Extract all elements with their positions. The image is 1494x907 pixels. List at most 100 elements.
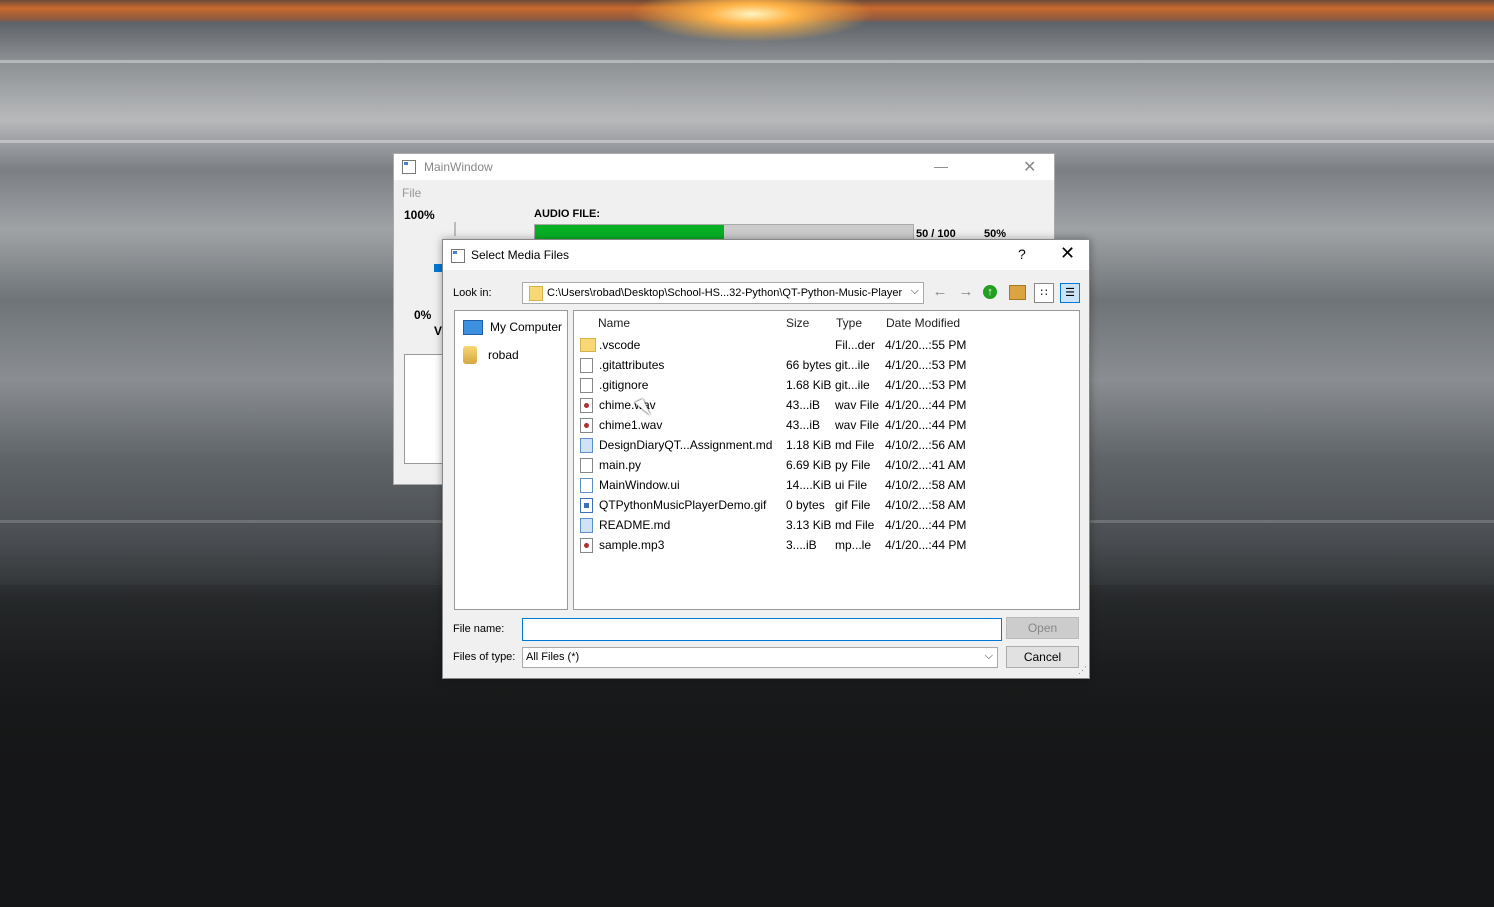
look-in-combobox[interactable]: C:\Users\robad\Desktop\School-HS...32-Py… bbox=[522, 282, 924, 304]
files-of-type-label: Files of type: bbox=[453, 651, 516, 663]
help-button[interactable]: ? bbox=[1018, 246, 1026, 262]
md-file-icon bbox=[580, 438, 593, 453]
sidebar-item-label: My Computer bbox=[490, 320, 563, 334]
file-size-cell: 14....KiB bbox=[786, 478, 832, 492]
column-header-name[interactable]: Name bbox=[598, 316, 630, 330]
resize-grip-icon[interactable]: ⋰ bbox=[1078, 665, 1087, 676]
look-in-label: Look in: bbox=[453, 287, 492, 299]
places-sidebar: My Computer robad bbox=[454, 310, 568, 610]
audio-file-label: AUDIO FILE: bbox=[534, 208, 600, 220]
file-name-cell: README.md bbox=[599, 518, 671, 532]
file-name-cell: .gitattributes bbox=[599, 358, 665, 372]
back-arrow-icon[interactable]: ← bbox=[931, 283, 949, 301]
list-view-icon[interactable]: ∷ bbox=[1034, 283, 1054, 303]
folder-file-icon bbox=[580, 338, 596, 352]
file-row[interactable]: .vscode Fil...der 4/1/20...:55 PM bbox=[574, 335, 1079, 355]
sidebar-item-my-computer[interactable]: My Computer bbox=[463, 316, 562, 338]
parent-directory-icon[interactable]: ↑ bbox=[983, 285, 997, 299]
wallpaper-wave bbox=[0, 140, 1494, 143]
file-name-cell: QTPythonMusicPlayerDemo.gif bbox=[599, 498, 767, 512]
audio-file-icon bbox=[580, 418, 593, 433]
file-modified-cell: 4/1/20...:44 PM bbox=[885, 518, 967, 532]
menu-file[interactable]: File bbox=[402, 186, 421, 200]
file-row[interactable]: chime1.wav 43...iB wav File 4/1/20...:44 PM bbox=[574, 415, 1079, 435]
file-list: Name ⌃ Size Type Date Modified .vscode Fi… bbox=[573, 310, 1080, 610]
forward-arrow-icon[interactable]: → bbox=[957, 283, 975, 301]
main-window-title: MainWindow bbox=[424, 160, 493, 174]
file-type-cell: md File bbox=[835, 438, 875, 452]
file-modified-cell: 4/1/20...:55 PM bbox=[885, 338, 967, 352]
dialog-titlebar[interactable]: Select Media Files ? ✕ bbox=[443, 240, 1089, 270]
dialog-close-button[interactable]: ✕ bbox=[1060, 243, 1075, 264]
app-window-icon bbox=[402, 160, 416, 174]
playlist-box[interactable] bbox=[404, 354, 446, 464]
file-type-cell: mp...le bbox=[835, 538, 872, 552]
volume-slider-handle[interactable] bbox=[434, 264, 442, 272]
file-row[interactable]: DesignDiaryQT...Assignment.md 1.18 KiB md … bbox=[574, 435, 1079, 455]
file-name-input[interactable] bbox=[522, 618, 1002, 641]
chevron-down-icon[interactable]: ⌵ bbox=[911, 285, 919, 298]
file-modified-cell: 4/1/20...:44 PM bbox=[885, 418, 967, 432]
minimize-button[interactable]: — bbox=[934, 158, 948, 174]
file-row[interactable]: README.md 3.13 KiB md File 4/1/20...:44 PM bbox=[574, 515, 1079, 535]
file-size-cell: 3....iB bbox=[786, 538, 817, 552]
volume-max-label: 100% bbox=[404, 208, 435, 222]
file-size-cell: 0 bytes bbox=[786, 498, 825, 512]
file-size-cell: 43...iB bbox=[786, 398, 821, 412]
file-type-cell: ui File bbox=[835, 478, 868, 492]
column-header-size[interactable]: Size bbox=[786, 316, 809, 330]
file-row[interactable]: sample.mp3 3....iB mp...le 4/1/20...:44 PM bbox=[574, 535, 1079, 555]
file-size-cell: 66 bytes bbox=[786, 358, 832, 372]
file-type-cell: Fil...der bbox=[835, 338, 876, 352]
cancel-button[interactable]: Cancel bbox=[1006, 646, 1079, 668]
volume-label: V bbox=[434, 324, 443, 338]
column-header-type[interactable]: Type bbox=[836, 316, 862, 330]
chevron-down-icon[interactable]: ⌵ bbox=[985, 650, 993, 663]
file-row[interactable]: MainWindow.ui 14....KiB ui File 4/10/2...:5… bbox=[574, 475, 1079, 495]
wallpaper-wave bbox=[0, 60, 1494, 63]
file-modified-cell: 4/10/2...:41 AM bbox=[885, 458, 966, 472]
user-folder-icon bbox=[463, 346, 477, 364]
file-size-cell: 43...iB bbox=[786, 418, 821, 432]
file-type-cell: wav File bbox=[835, 418, 880, 432]
file-modified-cell: 4/1/20...:53 PM bbox=[885, 358, 967, 372]
volume-slider-track[interactable] bbox=[454, 222, 456, 236]
main-window-titlebar[interactable]: MainWindow — ✕ bbox=[394, 154, 1054, 180]
file-name-cell: MainWindow.ui bbox=[599, 478, 680, 492]
main-window-close-button[interactable]: ✕ bbox=[1023, 157, 1036, 177]
file-row[interactable]: QTPythonMusicPlayerDemo.gif 0 bytes gif Fi… bbox=[574, 495, 1079, 515]
sidebar-item-robad[interactable]: robad bbox=[463, 344, 519, 366]
files-of-type-value: All Files (*) bbox=[526, 651, 580, 663]
sidebar-item-label: robad bbox=[488, 348, 519, 362]
file-size-cell: 6.69 KiB bbox=[786, 458, 832, 472]
file-modified-cell: 4/10/2...:56 AM bbox=[885, 438, 966, 452]
file-row[interactable]: .gitattributes 66 bytes git...ile 4/1/20...… bbox=[574, 355, 1079, 375]
gif-file-icon bbox=[580, 498, 593, 513]
column-header-modified[interactable]: Date Modified bbox=[886, 316, 960, 330]
file-name-cell: DesignDiaryQT...Assignment.md bbox=[599, 438, 773, 452]
file-name-cell: sample.mp3 bbox=[599, 538, 665, 552]
dialog-title: Select Media Files bbox=[471, 248, 570, 262]
file-row[interactable]: chime.wav 43...iB wav File 4/1/20...:44 PM bbox=[574, 395, 1079, 415]
open-button[interactable]: Open bbox=[1006, 617, 1079, 639]
file-modified-cell: 4/1/20...:53 PM bbox=[885, 378, 967, 392]
file-size-cell: 3.13 KiB bbox=[786, 518, 832, 532]
file-name-cell: chime1.wav bbox=[599, 418, 663, 432]
file-row[interactable]: .gitignore 1.68 KiB git...ile 4/1/20...:53 … bbox=[574, 375, 1079, 395]
file-type-cell: git...ile bbox=[835, 358, 870, 372]
file-type-cell: md File bbox=[835, 518, 875, 532]
volume-min-label: 0% bbox=[414, 308, 432, 322]
file-name-cell: main.py bbox=[599, 458, 642, 472]
new-folder-icon[interactable] bbox=[1009, 285, 1026, 300]
detail-view-icon[interactable]: ☰ bbox=[1060, 283, 1080, 303]
dialog-window-icon bbox=[451, 249, 465, 263]
look-in-path: C:\Users\robad\Desktop\School-HS...32-Py… bbox=[547, 287, 903, 299]
file-row[interactable]: main.py 6.69 KiB py File 4/10/2...:41 AM bbox=[574, 455, 1079, 475]
computer-icon bbox=[463, 319, 483, 335]
file-modified-cell: 4/1/20...:44 PM bbox=[885, 398, 967, 412]
file-size-cell: 1.18 KiB bbox=[786, 438, 832, 452]
text-file-icon bbox=[580, 458, 593, 473]
file-modified-cell: 4/1/20...:44 PM bbox=[885, 538, 967, 552]
files-of-type-combobox[interactable]: All Files (*) ⌵ bbox=[522, 647, 998, 668]
text-file-icon bbox=[580, 358, 593, 373]
